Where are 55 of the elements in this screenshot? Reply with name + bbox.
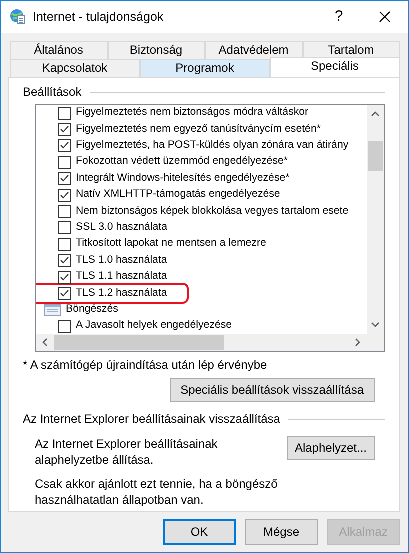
scroll-right-icon[interactable]: [355, 338, 361, 347]
dialog-button[interactable]: Mégse: [245, 519, 318, 545]
checkbox[interactable]: [58, 254, 71, 268]
tab[interactable]: Kapcsolatok: [10, 59, 140, 77]
setting-label: Figyelmeztetés nem egyező tanúsítványcím esetén*: [76, 122, 321, 137]
scrollbar-thumb[interactable]: [368, 141, 383, 171]
checkbox[interactable]: [58, 221, 71, 234]
scroll-left-icon[interactable]: [42, 338, 48, 347]
setting-label: TLS 1.2 használata: [76, 286, 168, 301]
setting-label: Titkosított lapokat ne mentsen a lemezre: [76, 236, 266, 252]
scroll-down-icon[interactable]: [371, 322, 380, 328]
tab[interactable]: Programok: [140, 59, 270, 77]
scroll-up-icon[interactable]: [371, 111, 380, 117]
checkbox[interactable]: [58, 139, 71, 152]
checkbox[interactable]: [58, 286, 71, 300]
tab[interactable]: Biztonság: [108, 41, 205, 59]
reset-button[interactable]: Alaphelyzet...: [286, 436, 375, 460]
checkbox[interactable]: [58, 106, 71, 120]
setting-label: SSL 3.0 használata: [76, 220, 168, 235]
list-icon: [44, 304, 61, 316]
setting-label: A Javasolt helyek engedélyezése: [76, 318, 232, 334]
tab[interactable]: Speciális: [270, 57, 400, 77]
checkbox[interactable]: [58, 270, 71, 284]
footnote-text: * A számítógép újraindítása után lép érvénybe: [23, 357, 268, 374]
checkbox[interactable]: [58, 123, 71, 136]
close-icon[interactable]: [379, 11, 391, 23]
category-label: Böngészés: [66, 302, 118, 317]
setting-label: Natív XMLHTTP-támogatás engedélyezése: [76, 187, 280, 202]
setting-label: Figyelmeztetés, ha POST-küldés olyan zónára van átirány: [76, 138, 349, 154]
checkbox[interactable]: [58, 238, 71, 251]
note-text: Csak akkor ajánlott ezt tennie, ha a böngésző használhatatlan állapotban van.: [34, 476, 279, 508]
group-label: Beállítások: [23, 84, 82, 101]
setting-label: Figyelmeztetés nem biztonságos módra váltáskor: [76, 105, 309, 120]
tab[interactable]: Adatvédelem: [205, 41, 302, 59]
checkbox[interactable]: [58, 205, 71, 218]
setting-label: TLS 1.0 használata: [76, 252, 168, 268]
checkbox[interactable]: [58, 172, 71, 186]
setting-label: Fokozottan védett üzemmód engedélyezése*: [76, 154, 288, 170]
horizontal-scrollbar[interactable]: [36, 334, 367, 351]
checkbox[interactable]: [58, 188, 71, 202]
group-label: Az Internet Explorer beállításainak visszaállítása: [23, 411, 280, 428]
dialog-button[interactable]: OK: [163, 519, 236, 545]
scrollbar-thumb[interactable]: [54, 335, 224, 350]
checkbox[interactable]: [58, 156, 71, 169]
window-title: Internet - tulajdonságok: [33, 8, 165, 26]
reset-advanced-button[interactable]: Speciális beállítások visszaállítása: [170, 378, 375, 402]
setting-label: TLS 1.1 használata: [76, 269, 168, 284]
checkbox[interactable]: [58, 320, 71, 333]
description-text: Az Internet Explorer beállításainak alaphelyzetbe állítása.: [35, 436, 219, 468]
tab[interactable]: Általános: [10, 41, 108, 59]
help-button[interactable]: ?: [316, 1, 362, 33]
setting-label: Integrált Windows-hitelesítés engedélyezése*: [76, 170, 290, 186]
globe-icon: [10, 9, 26, 25]
setting-label: Nem biztonságos képek blokkolása vegyes tartalom esete: [76, 204, 349, 219]
vertical-scrollbar[interactable]: [367, 105, 384, 334]
